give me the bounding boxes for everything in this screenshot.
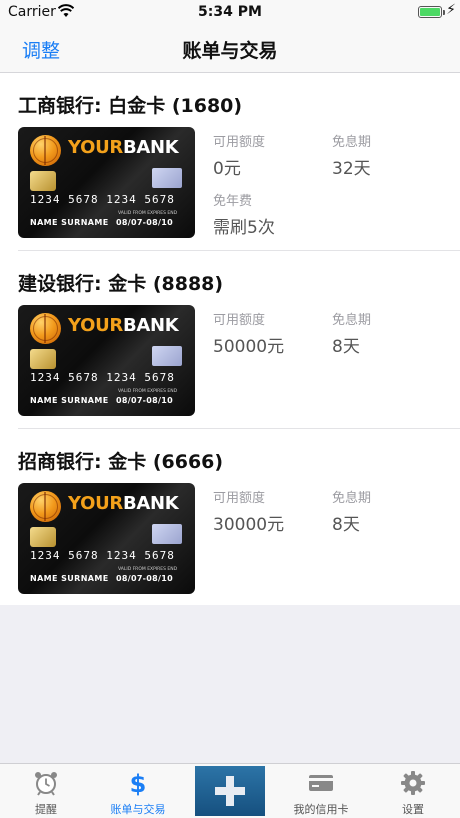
battery-icon	[418, 6, 445, 18]
cardholder-name: NAME SURNAME	[30, 218, 109, 227]
annual-fee-value: 需刷5次	[213, 218, 275, 238]
credit-value: 0元	[213, 159, 241, 179]
credit-value: 30000元	[213, 515, 285, 535]
card-title: 建设银行: 金卡 (8888)	[18, 273, 224, 295]
card-title: 招商银行: 金卡 (6666)	[18, 451, 224, 473]
add-button[interactable]	[195, 766, 265, 816]
card-number: 1234 5678 1234 5678	[30, 549, 175, 562]
card-number: 1234 5678 1234 5678	[30, 371, 175, 384]
globe-logo-icon	[30, 135, 61, 166]
interest-free-value: 32天	[332, 159, 371, 179]
alarm-clock-icon	[35, 772, 57, 796]
card-title: 工商银行: 白金卡 (1680)	[18, 95, 243, 117]
tab-label: 我的信用卡	[293, 803, 349, 816]
interest-free-label: 免息期	[332, 313, 372, 328]
chip-icon	[30, 171, 56, 191]
svg-text:$: $	[130, 770, 147, 796]
interest-free-value: 8天	[332, 515, 360, 535]
annual-fee-label: 免年费	[213, 194, 253, 209]
card-brand-logo: YOURBANK	[68, 137, 179, 158]
tab-label: 提醒	[35, 803, 57, 816]
card-list: 工商银行: 白金卡 (1680) YOURBANK 1234 5678 1234…	[0, 73, 460, 605]
credit-card-icon	[309, 775, 333, 791]
interest-free-value: 8天	[332, 337, 360, 357]
interest-free-label: 免息期	[332, 491, 372, 506]
cardholder-name: NAME SURNAME	[30, 574, 109, 583]
card-number: 1234 5678 1234 5678	[30, 193, 175, 206]
dollar-icon: $	[130, 770, 147, 796]
validity-labels: VALID FROM EXPIRES END	[118, 567, 178, 572]
interest-free-label: 免息期	[332, 135, 372, 150]
bank-card-image: YOURBANK 1234 5678 1234 5678 NAME SURNAM…	[18, 483, 195, 594]
hologram-icon	[152, 524, 182, 544]
status-bar: Carrier 5:34 PM ⚡	[0, 0, 460, 24]
navigation-bar: 调整 账单与交易	[0, 24, 460, 73]
card-row-cmb[interactable]: 招商银行: 金卡 (6666) YOURBANK 1234 5678 1234 …	[0, 429, 460, 607]
card-validity: 08/07-08/10	[116, 396, 173, 405]
tab-my-credit-cards[interactable]: 我的信用卡	[283, 764, 359, 818]
tab-reminders[interactable]: 提醒	[8, 764, 84, 818]
validity-labels: VALID FROM EXPIRES END	[118, 211, 178, 216]
chip-icon	[30, 527, 56, 547]
status-time: 5:34 PM	[198, 4, 262, 20]
charging-icon: ⚡	[446, 2, 456, 18]
card-brand-logo: YOURBANK	[68, 315, 179, 336]
credit-label: 可用额度	[213, 313, 266, 328]
tab-label: 账单与交易	[110, 803, 166, 816]
chip-icon	[30, 349, 56, 369]
tab-bills-transactions[interactable]: $ 账单与交易	[100, 764, 176, 818]
bank-card-image: YOURBANK 1234 5678 1234 5678 NAME SURNAM…	[18, 127, 195, 238]
credit-label: 可用额度	[213, 491, 266, 506]
card-validity: 08/07-08/10	[116, 574, 173, 583]
card-brand-logo: YOURBANK	[68, 493, 179, 514]
credit-label: 可用额度	[213, 135, 266, 150]
validity-labels: VALID FROM EXPIRES END	[118, 389, 178, 394]
bank-card-image: YOURBANK 1234 5678 1234 5678 NAME SURNAM…	[18, 305, 195, 416]
globe-logo-icon	[30, 491, 61, 522]
gear-icon	[401, 771, 425, 795]
credit-value: 50000元	[213, 337, 285, 357]
hologram-icon	[152, 346, 182, 366]
card-row-icbc[interactable]: 工商银行: 白金卡 (1680) YOURBANK 1234 5678 1234…	[0, 73, 460, 251]
tab-bar: 提醒 $ 账单与交易 我的信用卡 设置	[0, 763, 460, 818]
globe-logo-icon	[30, 313, 61, 344]
card-validity: 08/07-08/10	[116, 218, 173, 227]
tab-settings[interactable]: 设置	[375, 764, 451, 818]
card-row-ccb[interactable]: 建设银行: 金卡 (8888) YOURBANK 1234 5678 1234 …	[0, 251, 460, 429]
hologram-icon	[152, 168, 182, 188]
page-title: 账单与交易	[182, 40, 278, 62]
cardholder-name: NAME SURNAME	[30, 396, 109, 405]
plus-icon	[215, 776, 245, 806]
tab-label: 设置	[402, 803, 424, 816]
